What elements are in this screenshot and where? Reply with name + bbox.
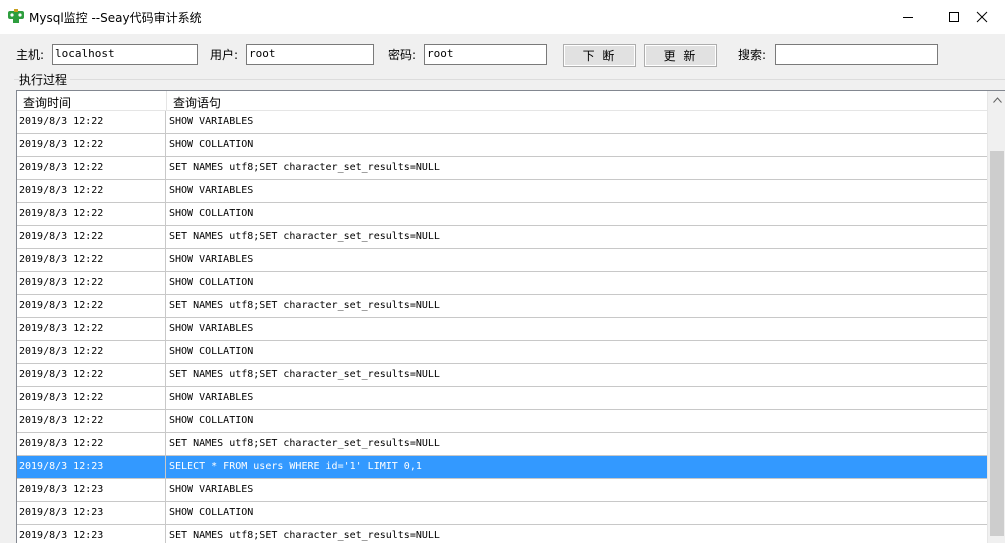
table-row-selected[interactable]: 2019/8/3 12:23 SELECT * FROM users WHERE … [17, 456, 987, 479]
disconnect-button[interactable]: 下 断 [563, 44, 636, 67]
host-label: 主机: [16, 48, 45, 62]
table-row[interactable]: 2019/8/3 12:22 SHOW VARIABLES [17, 318, 987, 341]
minimize-icon [903, 17, 913, 18]
query-sql-cell: SET NAMES utf8;SET character_set_results… [169, 438, 440, 449]
table-row[interactable]: 2019/8/3 12:23 SHOW COLLATION [17, 502, 987, 525]
table-row[interactable]: 2019/8/3 12:22 SET NAMES utf8;SET charact… [17, 433, 987, 456]
user-input[interactable]: root [246, 44, 374, 65]
query-sql-cell: SHOW VARIABLES [169, 323, 254, 334]
table-row[interactable]: 2019/8/3 12:22 SHOW VARIABLES [17, 249, 987, 272]
query-sql-cell: SHOW VARIABLES [169, 484, 254, 495]
column-header-time[interactable]: 查询时间 [17, 91, 167, 111]
list-rows: 2019/8/3 12:22 SHOW VARIABLES 2019/8/3 12:… [17, 111, 987, 543]
query-sql-cell: SELECT * FROM users WHERE id='1' LIMIT 0… [169, 461, 422, 472]
search-label: 搜索: [738, 48, 767, 62]
query-sql-cell: SHOW VARIABLES [169, 254, 254, 265]
query-sql-cell: SET NAMES utf8;SET character_set_results… [169, 530, 440, 541]
query-time-cell: 2019/8/3 12:22 [17, 318, 166, 340]
table-row[interactable]: 2019/8/3 12:22 SHOW COLLATION [17, 410, 987, 433]
query-time-cell: 2019/8/3 12:22 [17, 180, 166, 202]
close-icon [976, 11, 988, 23]
query-sql-cell: SHOW VARIABLES [169, 185, 254, 196]
minimize-button[interactable] [885, 0, 931, 34]
user-label: 用户: [210, 48, 239, 62]
query-time-cell: 2019/8/3 12:23 [17, 456, 166, 478]
query-sql-cell: SET NAMES utf8;SET character_set_results… [169, 369, 440, 380]
search-input[interactable] [775, 44, 938, 65]
query-time-cell: 2019/8/3 12:22 [17, 295, 166, 317]
scroll-thumb[interactable] [990, 151, 1004, 536]
query-log-list[interactable]: 查询时间 查询语句 2019/8/3 12:22 SHOW VARIABLES 20… [16, 90, 1005, 543]
window-title: Mysql监控 --Seay代码审计系统 [29, 11, 202, 25]
connection-toolbar: 主机: localhost 用户: root 密码: root 下 断 更 新 … [0, 34, 1005, 74]
table-row[interactable]: 2019/8/3 12:22 SET NAMES utf8;SET charact… [17, 295, 987, 318]
table-row[interactable]: 2019/8/3 12:22 SET NAMES utf8;SET charact… [17, 226, 987, 249]
host-input[interactable]: localhost [52, 44, 198, 65]
query-time-cell: 2019/8/3 12:23 [17, 525, 166, 543]
title-bar: Mysql监控 --Seay代码审计系统 [0, 0, 1005, 34]
query-sql-cell: SET NAMES utf8;SET character_set_results… [169, 300, 440, 311]
query-sql-cell: SET NAMES utf8;SET character_set_results… [169, 162, 440, 173]
table-row[interactable]: 2019/8/3 12:23 SET NAMES utf8;SET charact… [17, 525, 987, 543]
query-time-cell: 2019/8/3 12:23 [17, 502, 166, 524]
query-time-cell: 2019/8/3 12:23 [17, 479, 166, 501]
query-time-cell: 2019/8/3 12:22 [17, 203, 166, 225]
column-header-sql[interactable]: 查询语句 [167, 91, 987, 111]
query-sql-cell: SHOW COLLATION [169, 139, 254, 150]
query-time-cell: 2019/8/3 12:22 [17, 410, 166, 432]
query-sql-cell: SHOW COLLATION [169, 208, 254, 219]
chevron-up-icon [992, 97, 1002, 103]
query-sql-cell: SET NAMES utf8;SET character_set_results… [169, 231, 440, 242]
app-icon [7, 9, 25, 25]
query-time-cell: 2019/8/3 12:22 [17, 364, 166, 386]
process-group-label: 执行过程 [19, 71, 71, 88]
query-sql-cell: SHOW COLLATION [169, 415, 254, 426]
query-time-cell: 2019/8/3 12:22 [17, 341, 166, 363]
query-time-cell: 2019/8/3 12:22 [17, 157, 166, 179]
query-time-cell: 2019/8/3 12:22 [17, 226, 166, 248]
table-row[interactable]: 2019/8/3 12:23 SHOW VARIABLES [17, 479, 987, 502]
table-row[interactable]: 2019/8/3 12:22 SHOW VARIABLES [17, 111, 987, 134]
table-row[interactable]: 2019/8/3 12:22 SHOW COLLATION [17, 341, 987, 364]
list-header: 查询时间 查询语句 [17, 91, 987, 111]
table-row[interactable]: 2019/8/3 12:22 SHOW COLLATION [17, 272, 987, 295]
password-label: 密码: [388, 48, 417, 62]
query-sql-cell: SHOW COLLATION [169, 507, 254, 518]
vertical-scrollbar[interactable] [987, 91, 1005, 543]
query-time-cell: 2019/8/3 12:22 [17, 387, 166, 409]
close-button[interactable] [959, 0, 1005, 34]
query-sql-cell: SHOW VARIABLES [169, 392, 254, 403]
query-sql-cell: SHOW VARIABLES [169, 116, 254, 127]
table-row[interactable]: 2019/8/3 12:22 SET NAMES utf8;SET charact… [17, 157, 987, 180]
scroll-up-button[interactable] [988, 91, 1005, 109]
query-time-cell: 2019/8/3 12:22 [17, 433, 166, 455]
query-time-cell: 2019/8/3 12:22 [17, 249, 166, 271]
table-row[interactable]: 2019/8/3 12:22 SET NAMES utf8;SET charact… [17, 364, 987, 387]
table-row[interactable]: 2019/8/3 12:22 SHOW VARIABLES [17, 387, 987, 410]
query-time-cell: 2019/8/3 12:22 [17, 272, 166, 294]
query-sql-cell: SHOW COLLATION [169, 346, 254, 357]
table-row[interactable]: 2019/8/3 12:22 SHOW COLLATION [17, 134, 987, 157]
refresh-button[interactable]: 更 新 [644, 44, 717, 67]
password-input[interactable]: root [424, 44, 547, 65]
group-divider [14, 79, 1005, 80]
query-sql-cell: SHOW COLLATION [169, 277, 254, 288]
table-row[interactable]: 2019/8/3 12:22 SHOW COLLATION [17, 203, 987, 226]
query-time-cell: 2019/8/3 12:22 [17, 134, 166, 156]
table-row[interactable]: 2019/8/3 12:22 SHOW VARIABLES [17, 180, 987, 203]
query-time-cell: 2019/8/3 12:22 [17, 111, 166, 133]
